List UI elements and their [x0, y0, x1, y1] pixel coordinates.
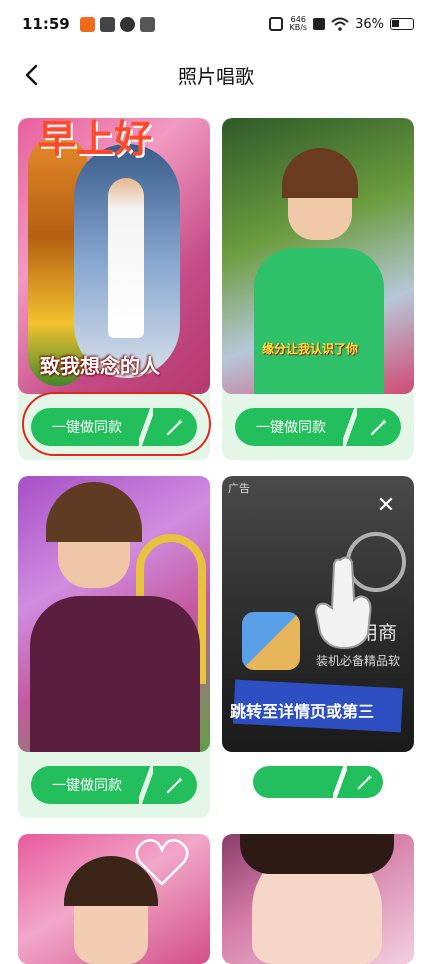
- ad-sub-text: 装机必备精品软: [316, 654, 401, 668]
- magic-wand-icon: [347, 766, 383, 798]
- template-thumbnail[interactable]: [18, 476, 210, 752]
- highlight-ring: [22, 392, 211, 456]
- magic-wand-icon: [153, 766, 197, 804]
- close-icon[interactable]: ✕: [372, 492, 400, 520]
- button-divider: [333, 766, 347, 798]
- app-notification-icon: [79, 16, 95, 32]
- make-same-button[interactable]: 一键做同款: [31, 766, 197, 804]
- overlay-caption: 致我想念的人: [40, 354, 160, 378]
- magic-wand-icon: [357, 408, 401, 446]
- vibrate-icon: [269, 17, 284, 31]
- template-thumbnail[interactable]: [222, 834, 414, 964]
- button-divider: [343, 408, 357, 446]
- hair: [282, 148, 358, 198]
- make-same-button[interactable]: 一键做同款: [235, 408, 401, 446]
- make-same-label: 一键做同款: [256, 420, 326, 436]
- app-store-icon: [242, 612, 300, 670]
- overlay-title: 早上好: [38, 118, 153, 161]
- template-card-5[interactable]: [18, 834, 210, 964]
- button-divider: [139, 766, 153, 804]
- ad-cta-text: 跳转至详情页或第三: [230, 702, 375, 721]
- app-header: 照片唱歌: [0, 48, 432, 102]
- check-notification-icon: [119, 16, 135, 32]
- net-speed-unit: KB/s: [289, 23, 308, 32]
- wifi-icon: [331, 17, 349, 31]
- no-sim-icon: [313, 18, 326, 30]
- ad-card[interactable]: 广告 ✕ 应用商 装机必备精品软 跳转至详情页或第三: [222, 476, 414, 818]
- crown-notification-icon: [139, 16, 155, 32]
- template-card-2[interactable]: 缘分让我认识了你 一键做同款: [222, 118, 414, 460]
- calendar-notification-icon: [99, 16, 115, 32]
- ad-action-button[interactable]: [253, 766, 383, 798]
- overlay-caption: 缘分让我认识了你: [262, 342, 359, 356]
- green-sweater: [254, 248, 384, 394]
- status-time: 11:59: [22, 15, 70, 33]
- ad-tag: 广告: [228, 482, 250, 495]
- hair: [240, 834, 394, 874]
- battery-percent: 36%: [355, 16, 384, 32]
- battery-icon: [390, 18, 414, 30]
- template-thumbnail[interactable]: 缘分让我认识了你: [222, 118, 414, 394]
- template-card-3[interactable]: 一键做同款: [18, 476, 210, 818]
- template-thumbnail[interactable]: 早上好 致我想念的人: [18, 118, 210, 394]
- hand-pointer-icon: [314, 556, 372, 650]
- template-card-6[interactable]: [222, 834, 414, 964]
- make-same-label: 一键做同款: [52, 778, 122, 794]
- purple-sweater: [30, 596, 200, 752]
- page-title: 照片唱歌: [177, 66, 254, 88]
- notification-icons: [79, 16, 155, 32]
- status-bar: 11:59 646 KB/s 36%: [0, 0, 432, 48]
- dancer-figure: [108, 178, 144, 338]
- hair: [46, 482, 142, 542]
- template-thumbnail[interactable]: [18, 834, 210, 964]
- net-speed: 646 KB/s: [289, 16, 307, 32]
- ad-creative[interactable]: 广告 ✕ 应用商 装机必备精品软 跳转至详情页或第三: [222, 476, 414, 752]
